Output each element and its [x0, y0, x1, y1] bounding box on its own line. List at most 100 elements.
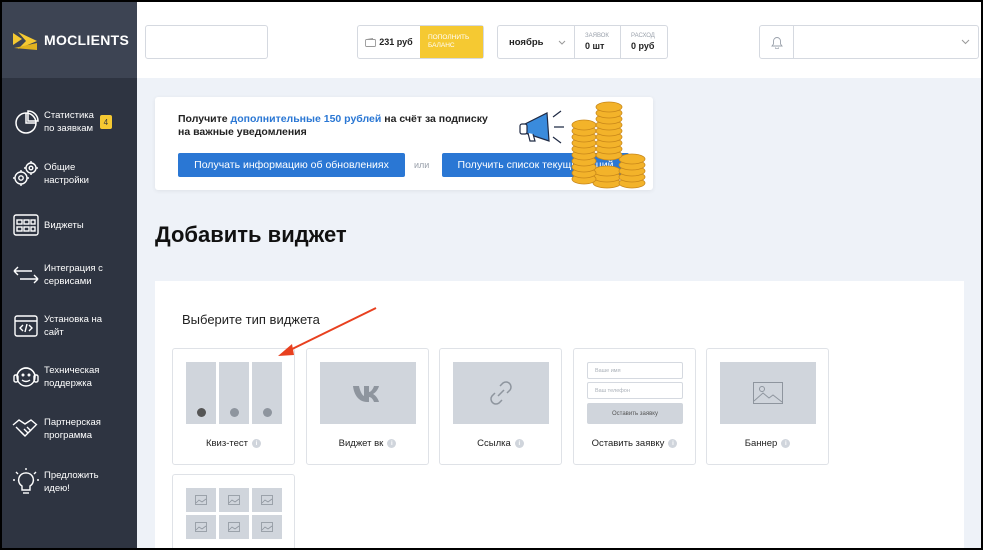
sidebar: MOCLIENTS Статистика по заявкам 4 Общие …: [2, 2, 137, 548]
widget-card-request-form[interactable]: Ваше имя Ваш телефон Оставить заявку Ост…: [573, 348, 696, 465]
card-label-row: Оставить заявку i: [574, 438, 695, 449]
lightbulb-icon: [11, 467, 41, 497]
info-icon[interactable]: i: [387, 439, 397, 448]
logo-mark-icon: [13, 32, 37, 50]
subscribe-updates-button[interactable]: Получать информацию об обновлениях: [178, 153, 405, 177]
requests-stat: ЗАЯВОК 0 шт: [575, 26, 621, 58]
bell-icon: [770, 36, 783, 49]
widget-card-vk[interactable]: Виджет вк i: [306, 348, 429, 465]
image-icon: [753, 382, 783, 404]
widget-card-banner[interactable]: Баннер i: [706, 348, 829, 465]
card-label: Оставить заявку: [591, 438, 665, 449]
wallet-icon: [365, 37, 377, 47]
requests-caption: ЗАЯВОК: [585, 33, 609, 39]
sidebar-item-support[interactable]: Техническая поддержка: [2, 352, 137, 402]
account-select[interactable]: [759, 25, 979, 59]
logo-text: MOCLIENTS: [44, 32, 130, 48]
name-field-preview: Ваше имя: [587, 362, 683, 379]
gears-icon: [11, 159, 41, 189]
chevron-down-icon: [961, 39, 970, 45]
sidebar-item-partners[interactable]: Партнерская программа: [2, 404, 137, 454]
topup-button[interactable]: ПОПОЛНИТЬ БАЛАНС: [420, 26, 483, 58]
sidebar-item-widgets[interactable]: Виджеты: [2, 200, 137, 250]
promo-banner: Получите дополнительные 150 рублей на сч…: [155, 97, 653, 190]
sidebar-item-statistics[interactable]: Статистика по заявкам 4: [2, 97, 137, 147]
expense-value: 0 руб: [631, 41, 655, 51]
month-value: ноябрь: [509, 36, 544, 48]
expense-stat: РАСХОД 0 руб: [621, 26, 667, 58]
card-label-row: Ссылка i: [440, 438, 561, 449]
sidebar-item-install[interactable]: Установка на сайт: [2, 301, 137, 351]
info-icon[interactable]: i: [252, 439, 262, 448]
month-select[interactable]: ноябрь: [498, 26, 575, 58]
card-label-row: Виджет вк i: [307, 438, 428, 449]
link-icon: [490, 381, 512, 405]
badge: 4: [99, 115, 112, 129]
balance-value: 231 руб: [379, 37, 413, 47]
widget-card-gallery[interactable]: [172, 474, 295, 548]
vk-logo-icon: [353, 386, 379, 402]
card-label: Виджет вк: [338, 438, 384, 449]
page-title: Добавить виджет: [155, 222, 347, 247]
card-label-row: Квиз-тест i: [173, 438, 294, 449]
info-icon[interactable]: i: [668, 439, 678, 448]
sidebar-item-label: Общие настройки: [44, 162, 89, 186]
site-select[interactable]: [145, 25, 268, 59]
expense-caption: РАСХОД: [631, 33, 655, 39]
arrows-exchange-icon: [11, 260, 41, 290]
logo[interactable]: MOCLIENTS: [2, 2, 137, 78]
sidebar-item-label: Установка на сайт: [44, 314, 103, 338]
card-label: Квиз-тест: [205, 438, 249, 449]
period-widget: ноябрь ЗАЯВОК 0 шт РАСХОД 0 руб: [497, 25, 668, 59]
image-icon: [261, 522, 273, 532]
handshake-icon: [11, 414, 41, 444]
card-label: Ссылка: [477, 438, 511, 449]
pie-chart-icon: [11, 107, 41, 137]
check-icon: [197, 408, 206, 417]
code-window-icon: [11, 311, 41, 341]
check-icon: [230, 408, 239, 417]
requests-value: 0 шт: [585, 41, 605, 51]
support-face-icon: [11, 362, 41, 392]
check-icon: [263, 408, 272, 417]
vk-preview: [320, 362, 416, 424]
annotation-arrow-icon: [278, 307, 377, 356]
sidebar-item-label: Статистика по заявкам: [44, 110, 94, 134]
image-icon: [195, 522, 207, 532]
sidebar-item-label: Интеграция с сервисами: [44, 263, 103, 287]
image-icon: [228, 522, 240, 532]
link-preview: [453, 362, 549, 424]
sidebar-item-label: Предложить идею!: [44, 470, 99, 494]
sidebar-item-label: Виджеты: [44, 219, 84, 231]
card-label: Баннер: [744, 438, 778, 449]
or-label: или: [414, 160, 430, 170]
topbar: 231 руб ПОПОЛНИТЬ БАЛАНС ноябрь ЗАЯВОК 0…: [137, 2, 981, 78]
submit-preview: Оставить заявку: [587, 403, 683, 424]
sidebar-item-integrations[interactable]: Интеграция с сервисами: [2, 250, 137, 300]
widget-card-link[interactable]: Ссылка i: [439, 348, 562, 465]
balance-amount: 231 руб: [358, 26, 420, 58]
notifications-button[interactable]: [760, 26, 794, 58]
sidebar-item-label: Техническая поддержка: [44, 365, 100, 389]
image-icon: [261, 495, 273, 505]
balance-widget: 231 руб ПОПОЛНИТЬ БАЛАНС: [357, 25, 484, 59]
banner-preview: [720, 362, 816, 424]
quiz-preview: [186, 362, 282, 424]
megaphone-icon: [519, 110, 564, 144]
widget-card-quiz[interactable]: Квиз-тест i: [172, 348, 295, 465]
info-icon[interactable]: i: [514, 439, 524, 448]
info-icon[interactable]: i: [781, 439, 791, 448]
promo-text: Получите дополнительные 150 рублей на сч…: [178, 113, 488, 138]
sidebar-item-settings[interactable]: Общие настройки: [2, 149, 137, 199]
chevron-down-icon: [558, 40, 566, 45]
sidebar-item-suggest[interactable]: Предложить идею!: [2, 457, 137, 507]
widgets-icon: [11, 210, 41, 240]
card-label-row: Баннер i: [707, 438, 828, 449]
gallery-preview: [186, 488, 282, 548]
sidebar-item-label: Партнерская программа: [44, 417, 101, 441]
app-window: MOCLIENTS Статистика по заявкам 4 Общие …: [2, 2, 981, 548]
phone-field-preview: Ваш телефон: [587, 382, 683, 399]
image-icon: [228, 495, 240, 505]
coins-stack-icon: [571, 101, 646, 189]
image-icon: [195, 495, 207, 505]
